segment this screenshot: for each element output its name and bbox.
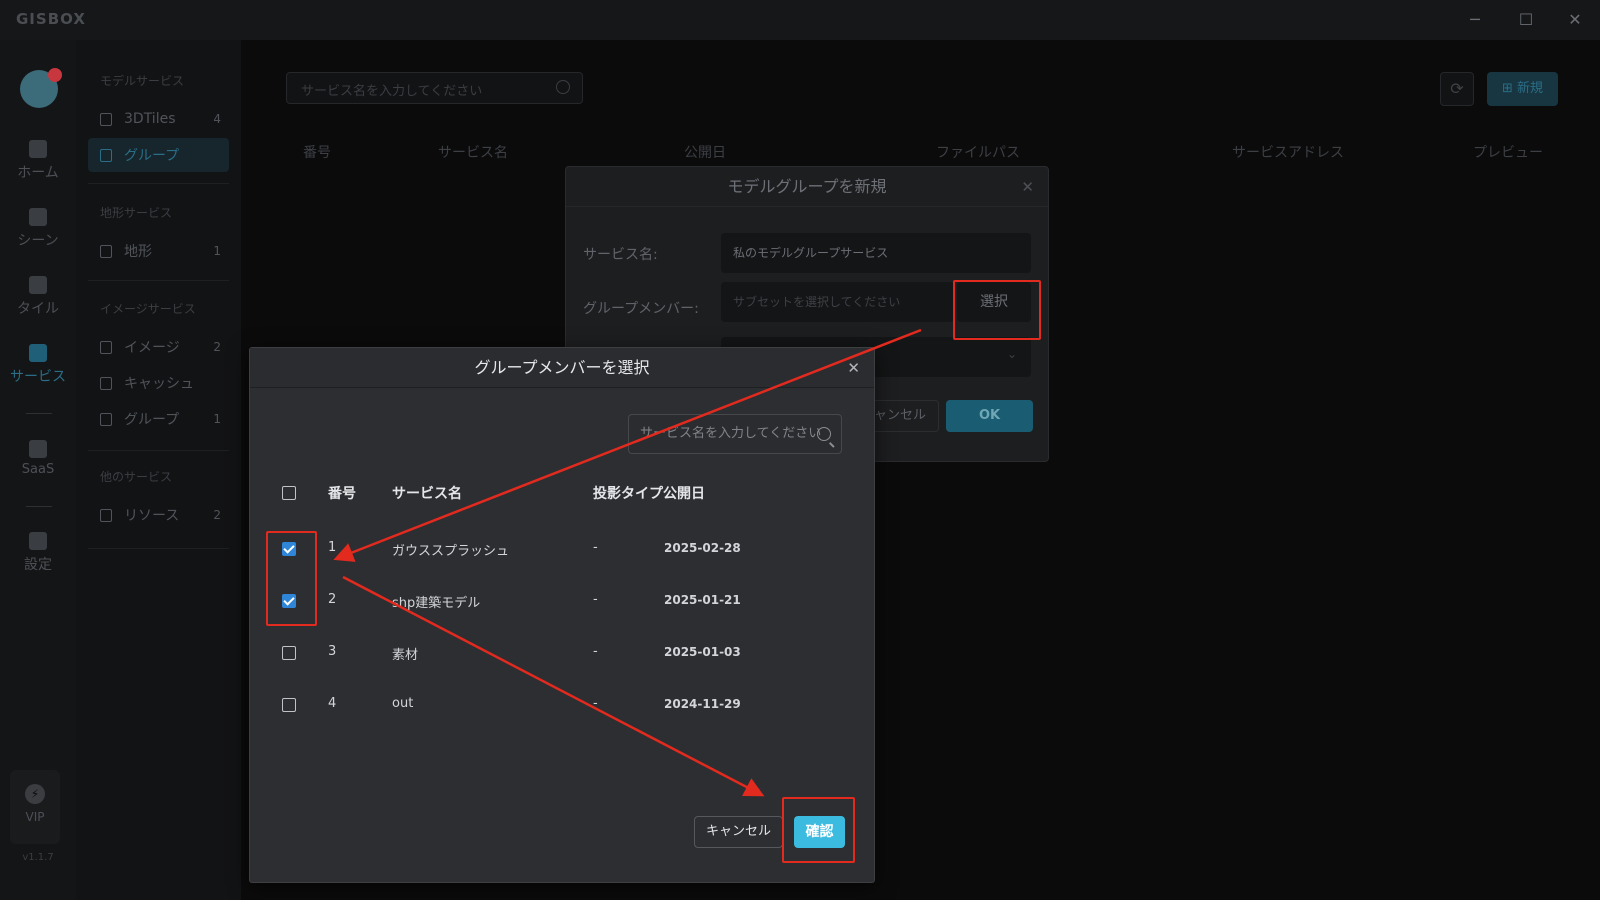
home-icon [29, 140, 47, 158]
group-members-field[interactable]: サブセットを選択してください [721, 282, 954, 322]
service-name-label: サービス名: [583, 247, 658, 263]
sidebar-item-terrain[interactable]: 地形 1 [88, 234, 229, 268]
rail-divider [26, 506, 52, 507]
section-title: モデルサービス [100, 74, 185, 88]
document-icon [100, 112, 112, 126]
terrain-icon [100, 244, 112, 258]
row-number: 2 [328, 592, 337, 607]
column-header: 番号 [303, 145, 331, 161]
group-members-label: グループメンバー: [583, 301, 699, 317]
row-date: 2025-01-21 [664, 593, 741, 607]
row-checkbox[interactable] [282, 594, 296, 608]
chevron-down-icon: ⌄ [1006, 347, 1017, 361]
row-date: 2025-02-28 [664, 541, 741, 555]
row-number: 1 [328, 540, 337, 555]
lightning-icon: ⚡ [25, 784, 45, 804]
row-number: 4 [328, 696, 337, 711]
section-title: 他のサービス [100, 470, 173, 484]
header-date: 公開日 [663, 486, 705, 502]
image-icon [100, 412, 112, 426]
sidebar-item-3dtiles[interactable]: 3DTiles 4 [88, 102, 229, 136]
section-title: イメージサービス [100, 302, 196, 316]
rail-item-scene[interactable]: シーン [0, 208, 76, 250]
sidebar-item-cache[interactable]: キャッシュ [88, 366, 229, 400]
confirm-button[interactable]: 確認 [794, 816, 845, 848]
row-checkbox[interactable] [282, 698, 296, 712]
header-projection: 投影タイプ [593, 486, 663, 502]
title-bar: GISBOX ─ ☐ ✕ [0, 0, 1600, 40]
member-search-input[interactable]: サービス名を入力してください [628, 414, 842, 454]
row-checkbox[interactable] [282, 646, 296, 660]
dialog-title: モデルグループを新規 [566, 167, 1048, 207]
header-name: サービス名 [392, 486, 462, 502]
app-logo: GISBOX [16, 10, 86, 28]
service-icon [29, 344, 47, 362]
service-sidebar: モデルサービス 3DTiles 4 グループ 地形サービス 地形 1 イメージサ… [76, 40, 241, 900]
column-header: プレビュー [1473, 145, 1543, 161]
resource-icon [100, 508, 112, 522]
row-name: 素材 [392, 648, 419, 663]
rail-item-service[interactable]: サービス [0, 344, 76, 386]
version-label: v1.1.7 [22, 852, 54, 863]
rail-item-saas[interactable]: SaaS [0, 440, 76, 477]
document-icon [100, 148, 112, 162]
row-checkbox[interactable] [282, 542, 296, 556]
sidebar-item-image[interactable]: イメージ 2 [88, 330, 229, 364]
row-number: 3 [328, 644, 337, 659]
select-all-checkbox[interactable] [282, 486, 296, 500]
new-button[interactable]: ⊞ 新規 [1487, 72, 1558, 106]
saas-icon [29, 440, 47, 458]
ok-button[interactable]: OK [946, 400, 1033, 432]
search-icon [817, 427, 831, 441]
rail-item-settings[interactable]: 設定 [0, 532, 76, 574]
row-projection: - [593, 644, 598, 659]
minimize-icon[interactable]: ─ [1463, 8, 1487, 32]
main-search-input[interactable]: サービス名を入力してください [286, 72, 583, 104]
refresh-icon: ⟳ [1450, 79, 1464, 98]
close-icon[interactable]: ✕ [1021, 167, 1034, 207]
sidebar-item-model-group[interactable]: グループ [88, 138, 229, 172]
settings-icon [29, 532, 47, 550]
sidebar-divider [88, 280, 229, 281]
nav-rail: ホーム シーン タイル サービス SaaS 設定 ⚡ VIP v1.1.7 [0, 40, 76, 900]
rail-item-tile[interactable]: タイル [0, 276, 76, 318]
select-button[interactable]: 選択 [957, 282, 1031, 322]
scene-icon [29, 208, 47, 226]
header-number: 番号 [328, 486, 356, 502]
column-header: サービス名 [438, 145, 508, 161]
select-members-dialog: グループメンバーを選択 ✕ サービス名を入力してください 番号 サービス名 投影… [249, 347, 875, 883]
rail-item-home[interactable]: ホーム [0, 140, 76, 182]
vip-button[interactable]: ⚡ VIP [10, 770, 60, 844]
row-projection: - [593, 540, 598, 555]
row-projection: - [593, 592, 598, 607]
close-icon[interactable]: ✕ [847, 348, 860, 388]
row-name: out [392, 696, 414, 711]
maximize-icon[interactable]: ☐ [1514, 8, 1538, 32]
sidebar-divider [88, 450, 229, 451]
search-icon [556, 80, 570, 94]
row-name: ガウススプラッシュ [392, 544, 510, 559]
sidebar-divider [88, 183, 229, 184]
image-icon [100, 340, 112, 354]
row-projection: - [593, 696, 598, 711]
close-icon[interactable]: ✕ [1563, 8, 1587, 32]
image-icon [100, 376, 112, 390]
column-header: ファイルパス [936, 145, 1020, 161]
service-name-field[interactable]: 私のモデルグループサービス [721, 233, 1031, 273]
notification-badge [48, 68, 62, 82]
row-name: shp建築モデル [392, 596, 481, 611]
column-header: 公開日 [684, 145, 726, 161]
row-date: 2024-11-29 [664, 697, 741, 711]
column-header: サービスアドレス [1232, 145, 1344, 161]
cancel-button[interactable]: キャンセル [694, 816, 783, 848]
sidebar-divider [88, 548, 229, 549]
rail-divider [26, 413, 52, 414]
tile-icon [29, 276, 47, 294]
dialog-title: グループメンバーを選択 [250, 348, 874, 388]
sidebar-item-image-group[interactable]: グループ 1 [88, 402, 229, 436]
sidebar-item-resource[interactable]: リソース 2 [88, 498, 229, 532]
row-date: 2025-01-03 [664, 645, 741, 659]
refresh-button[interactable]: ⟳ [1440, 72, 1474, 106]
section-title: 地形サービス [100, 206, 173, 220]
